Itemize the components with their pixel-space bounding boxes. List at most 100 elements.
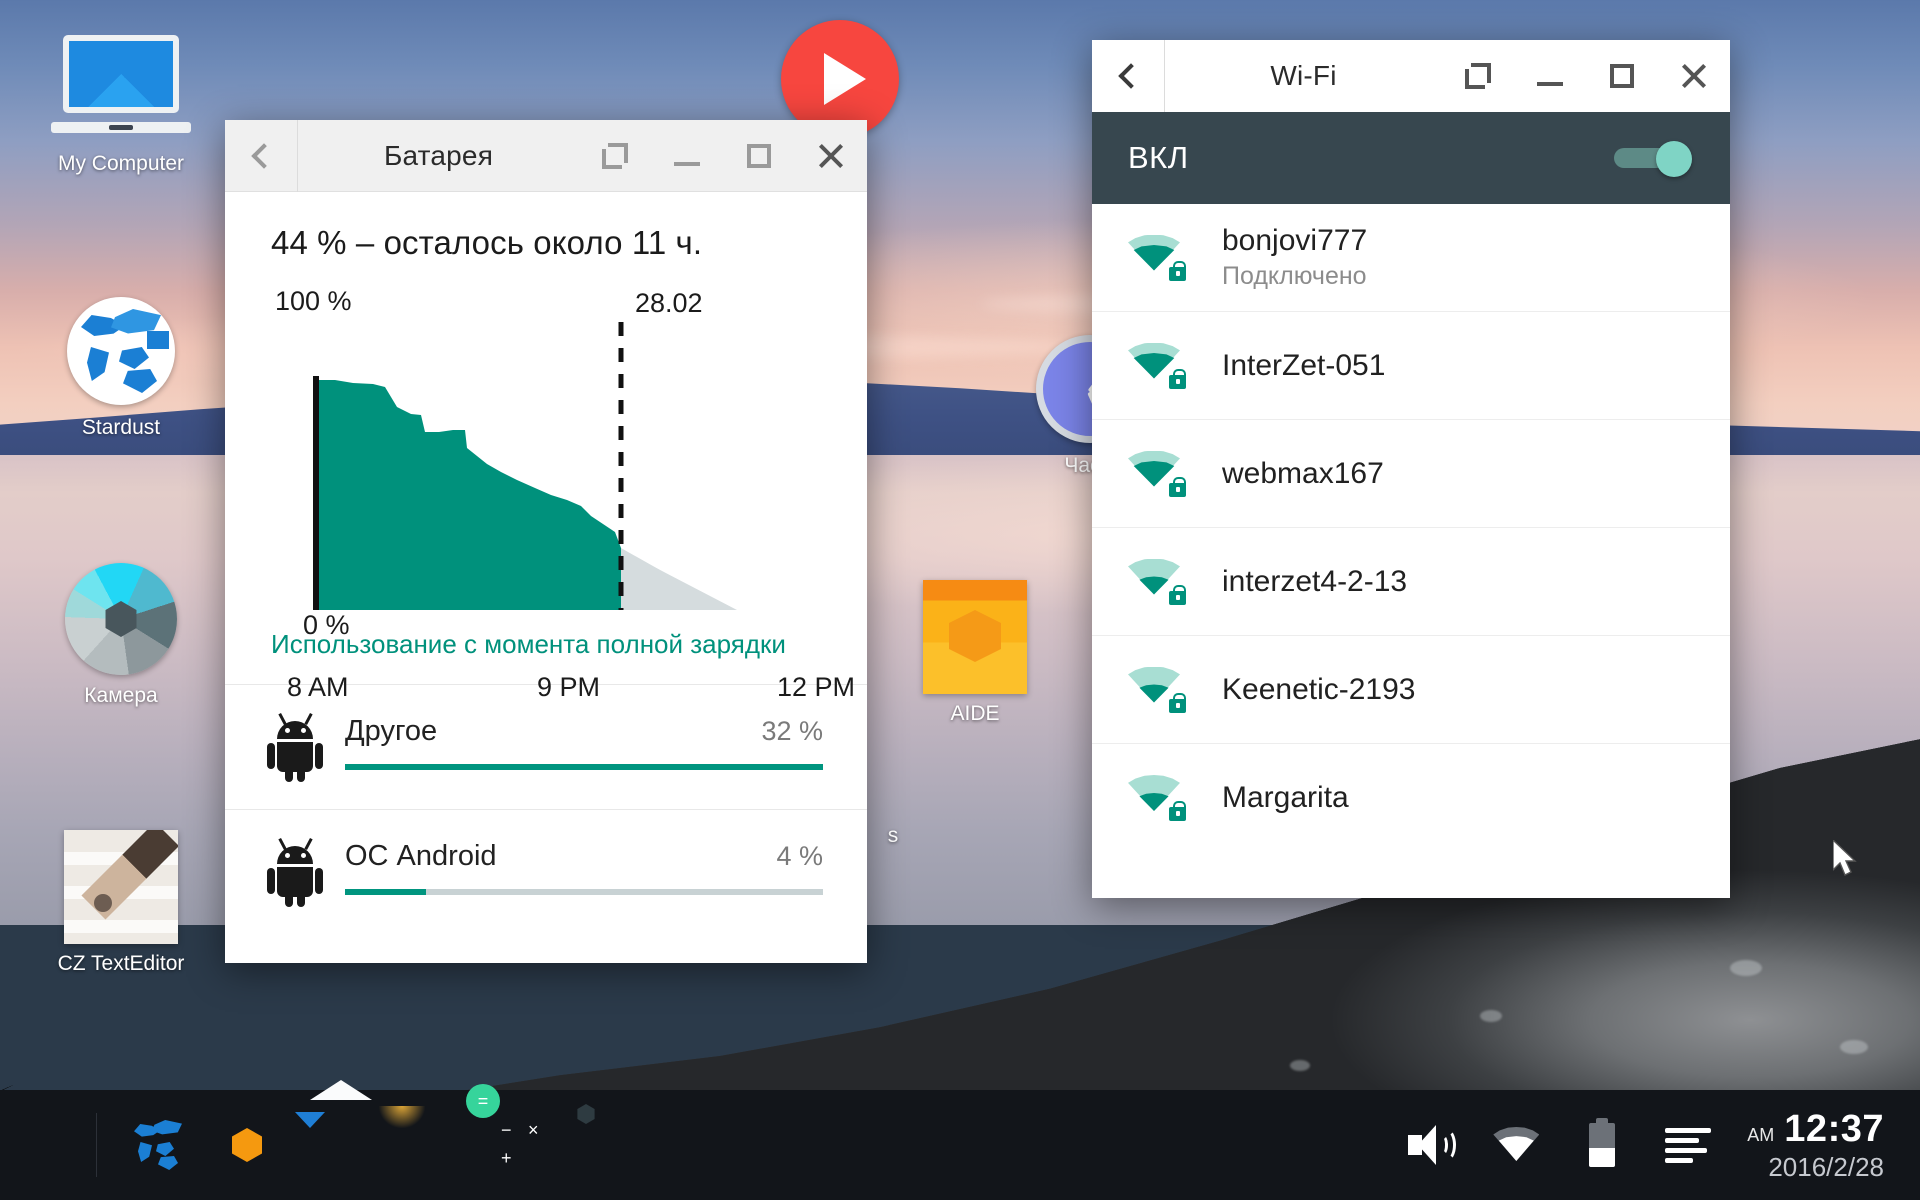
desktop-icon-camera[interactable]: Камера [28, 560, 214, 708]
browser-icon [126, 1114, 188, 1176]
chart-forecast-path [621, 548, 745, 646]
wallpaper-rock-speck [1480, 1010, 1502, 1022]
wifi-signal-icon [1128, 342, 1186, 389]
wifi-icon [1493, 1127, 1540, 1163]
taskbar-settings[interactable] [379, 1090, 479, 1200]
battery-item-name: ОС Android [345, 840, 497, 873]
desktop-icon-cz-texteditor[interactable]: CZ TextEditor [28, 828, 214, 976]
taskbar-calculator[interactable]: − × + = [466, 1084, 571, 1200]
wifi-network-row[interactable]: Keenetic-2193 [1092, 636, 1730, 744]
wifi-ssid: webmax167 [1222, 456, 1384, 490]
battery-list-item[interactable]: ОС Android 4 % [225, 809, 867, 934]
wifi-ssid: Keenetic-2193 [1222, 672, 1416, 706]
camera-aperture-icon [28, 560, 214, 678]
system-tray: AM 12:37 2016/2/28 [1387, 1090, 1920, 1200]
wifi-titlebar: Wi-Fi [1092, 40, 1730, 112]
tray-volume[interactable] [1387, 1090, 1473, 1200]
lock-icon [1169, 476, 1186, 497]
chart-ytick-max: 100 % [275, 286, 352, 316]
taskbar-browser[interactable] [111, 1090, 203, 1200]
restore-icon[interactable] [1442, 40, 1514, 112]
wifi-network-row[interactable]: Margarita [1092, 744, 1730, 852]
lock-icon [1169, 692, 1186, 713]
back-chevron-icon[interactable] [1092, 40, 1164, 112]
chart-usage-area [318, 380, 621, 646]
camera-icon [586, 1114, 648, 1176]
taskbar-divider [96, 1113, 97, 1177]
chart-xtick-label-3: 12 PM [777, 672, 856, 702]
minimize-icon[interactable] [651, 120, 723, 192]
wifi-window-title: Wi-Fi [1270, 60, 1337, 91]
battery-titlebar: Батарея [225, 120, 867, 192]
home-launcher-icon [15, 1114, 77, 1176]
maximize-icon[interactable] [723, 120, 795, 192]
wifi-toggle-switch[interactable] [1614, 141, 1692, 177]
battery-window-title: Батарея [383, 139, 494, 171]
lock-icon [1169, 260, 1186, 281]
battery-item-progress [345, 764, 823, 771]
chart-ytick-min: 0 % [303, 610, 350, 640]
chart-xtick-label-1: 8 AM [287, 672, 349, 702]
battery-item-percent: 4 % [776, 841, 823, 872]
wifi-network-row[interactable]: bonjovi777 Подключено [1092, 204, 1730, 312]
lock-icon [1169, 584, 1186, 605]
taskbar-clock[interactable]: AM 12:37 2016/2/28 [1747, 1110, 1884, 1180]
settings-gear-icon [379, 1106, 464, 1176]
taskbar-home-launcher[interactable] [0, 1090, 92, 1200]
battery-icon [1589, 1123, 1616, 1167]
wifi-status: Подключено [1222, 262, 1367, 290]
clock-time: 12:37 [1784, 1108, 1884, 1150]
tray-notifications[interactable] [1645, 1090, 1731, 1200]
wifi-signal-icon [1128, 775, 1186, 821]
chart-annotation-label: 28.02 [635, 288, 703, 318]
tray-battery[interactable] [1559, 1090, 1645, 1200]
wifi-network-row[interactable]: webmax167 [1092, 420, 1730, 528]
battery-window: Батарея 44 % – осталось около 11 ч. 100 … [225, 120, 867, 963]
close-icon[interactable] [795, 120, 867, 192]
desktop-icon-label: My Computer [57, 152, 185, 175]
lock-icon [1169, 801, 1186, 821]
volume-icon [1408, 1125, 1457, 1165]
battery-list-item[interactable]: Другое 32 % [225, 684, 867, 809]
desktop-icon-my-computer[interactable]: My Computer [28, 28, 214, 176]
desktop-icon-stardust[interactable]: Stardust [28, 292, 214, 440]
wifi-ssid: InterZet-051 [1222, 348, 1386, 382]
mouse-cursor [1832, 838, 1859, 880]
globe-icon [28, 292, 214, 410]
chart-xtick-label-2: 9 PM [537, 672, 601, 702]
taskbar: − × + = AM 12:37 2016/2/28 [0, 1080, 1920, 1200]
wifi-toggle-bar[interactable]: ВКЛ [1092, 112, 1730, 204]
battery-item-progress [345, 889, 823, 896]
wifi-network-row[interactable]: InterZet-051 [1092, 312, 1730, 420]
wifi-ssid: interzet4-2-13 [1222, 564, 1408, 598]
wifi-toggle-label: ВКЛ [1128, 140, 1189, 175]
battery-item-percent: 32 % [761, 716, 823, 747]
back-chevron-icon[interactable] [225, 120, 297, 192]
battery-chart: 100 % 0 % 28.02 8 AM 9 PM 12 PM [225, 280, 867, 702]
taskbar-email[interactable] [295, 1080, 387, 1200]
wifi-signal-icon [1128, 234, 1186, 281]
android-icon [267, 713, 323, 783]
aide-icon [882, 578, 1068, 696]
email-icon [295, 1080, 372, 1176]
minimize-icon[interactable] [1514, 40, 1586, 112]
desktop-icon-label: CZ TextEditor [57, 952, 185, 975]
taskbar-camera[interactable] [571, 1090, 663, 1200]
maximize-icon[interactable] [1586, 40, 1658, 112]
wifi-signal-icon [1128, 558, 1186, 605]
wifi-window: Wi-Fi ВКЛ bonjovi777 Подключено InterZet… [1092, 40, 1730, 898]
wifi-network-row[interactable]: interzet4-2-13 [1092, 528, 1730, 636]
file-manager-icon [218, 1114, 280, 1176]
lock-icon [1169, 368, 1186, 389]
notifications-icon [1665, 1128, 1712, 1163]
clock-date: 2016/2/28 [1768, 1152, 1884, 1182]
wallpaper-rock-speck [1290, 1060, 1310, 1071]
restore-icon[interactable] [579, 120, 651, 192]
taskbar-file-manager[interactable] [203, 1090, 295, 1200]
chart-y-axis [313, 376, 319, 648]
close-icon[interactable] [1658, 40, 1730, 112]
tray-wifi[interactable] [1473, 1090, 1559, 1200]
wifi-ssid: bonjovi777 [1222, 224, 1368, 257]
desktop-icon-label: Stardust [81, 416, 161, 439]
calculator-icon: − × + = [466, 1084, 556, 1176]
